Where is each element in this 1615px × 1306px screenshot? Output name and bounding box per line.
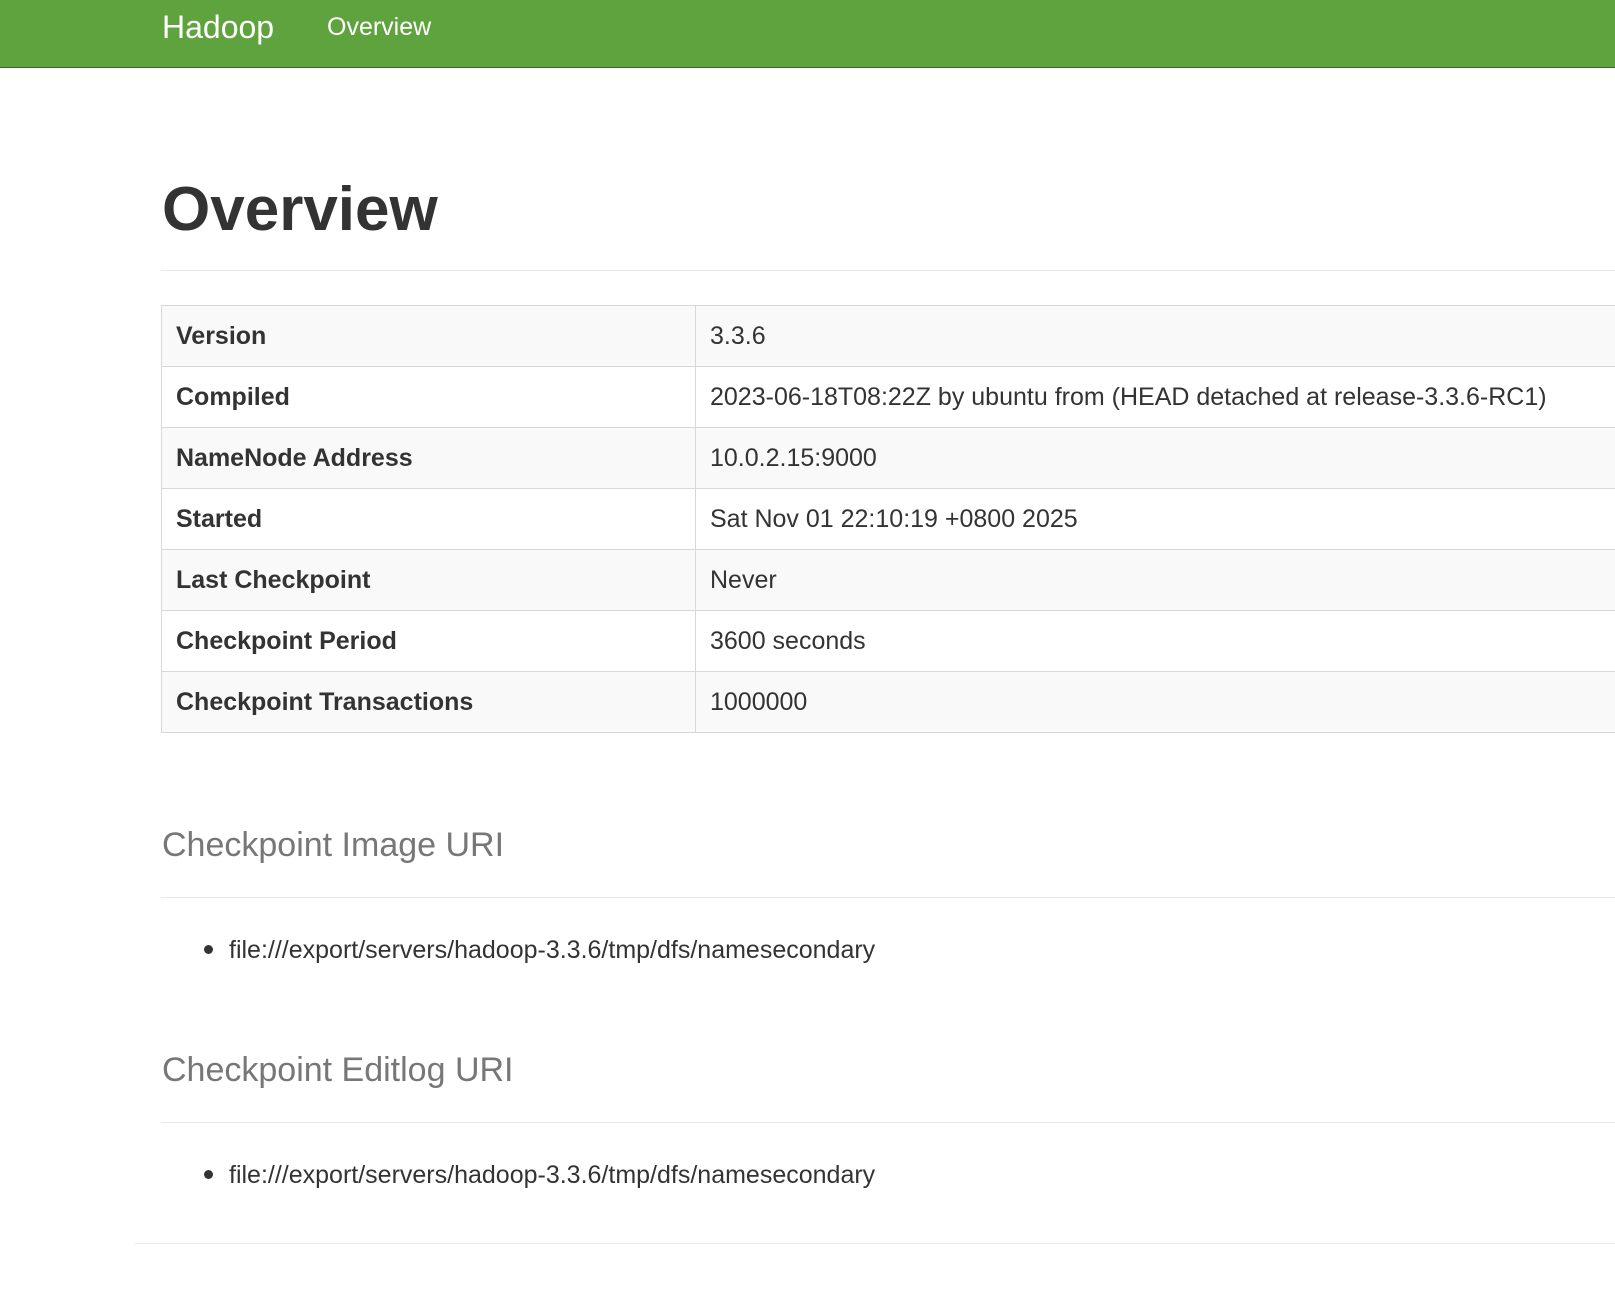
checkpoint-image-uri-heading: Checkpoint Image URI [162,826,505,864]
row-key: Checkpoint Transactions [161,671,696,733]
row-value: 1000000 [695,671,1615,733]
table-row: Checkpoint Period 3600 seconds [161,610,1615,672]
table-row: Last Checkpoint Never [161,549,1615,611]
image-uri-list: file:///export/servers/hadoop-3.3.6/tmp/… [162,934,875,966]
section-divider [161,897,1615,898]
page-title: Overview [162,175,438,244]
list-item: file:///export/servers/hadoop-3.3.6/tmp/… [204,1159,876,1191]
uri-text: file:///export/servers/hadoop-3.3.6/tmp/… [229,936,876,964]
footer-divider [135,1243,1615,1244]
nav-link-overview[interactable]: Overview [327,12,431,42]
row-key: Last Checkpoint [161,549,696,611]
section-divider [161,1122,1615,1123]
row-value: 3.3.6 [695,305,1615,367]
row-value: 10.0.2.15:9000 [695,427,1615,489]
table-row: Started Sat Nov 01 22:10:19 +0800 2025 [161,488,1615,550]
row-value: Sat Nov 01 22:10:19 +0800 2025 [695,488,1615,550]
top-navbar: Hadoop Overview [0,0,1615,68]
checkpoint-editlog-uri-heading: Checkpoint Editlog URI [162,1051,514,1089]
list-item: file:///export/servers/hadoop-3.3.6/tmp/… [204,934,876,966]
editlog-uri-list: file:///export/servers/hadoop-3.3.6/tmp/… [162,1159,875,1191]
row-value: 3600 seconds [695,610,1615,672]
row-value: 2023-06-18T08:22Z by ubuntu from (HEAD d… [695,366,1615,428]
table-row: NameNode Address 10.0.2.15:9000 [161,427,1615,489]
row-key: Started [161,488,696,550]
title-divider [161,270,1615,271]
bullet-icon [204,1170,213,1179]
table-row: Version 3.3.6 [161,305,1615,367]
row-key: NameNode Address [161,427,696,489]
row-value: Never [695,549,1615,611]
row-key: Compiled [161,366,696,428]
info-table: Version 3.3.6 Compiled 2023-06-18T08:22Z… [161,305,1615,733]
row-key: Version [161,305,696,367]
uri-text: file:///export/servers/hadoop-3.3.6/tmp/… [229,1161,876,1189]
brand-link[interactable]: Hadoop [162,8,274,46]
bullet-icon [204,945,213,954]
table-row: Checkpoint Transactions 1000000 [161,671,1615,733]
row-key: Checkpoint Period [161,610,696,672]
table-row: Compiled 2023-06-18T08:22Z by ubuntu fro… [161,366,1615,428]
